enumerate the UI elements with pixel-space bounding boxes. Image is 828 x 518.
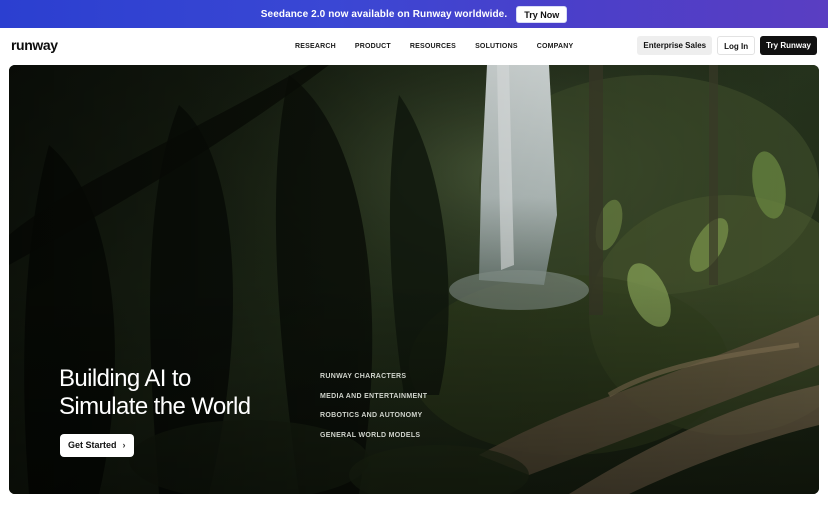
- runway-logo[interactable]: runway: [11, 37, 58, 53]
- get-started-label: Get Started: [68, 440, 117, 450]
- get-started-button[interactable]: Get Started ›: [60, 434, 134, 457]
- category-media-and-entertainment[interactable]: MEDIA AND ENTERTAINMENT: [320, 393, 427, 413]
- log-in-button[interactable]: Log In: [717, 36, 756, 55]
- nav-link-solutions[interactable]: SOLUTIONS: [475, 43, 518, 50]
- banner-text: Seedance 2.0 now available on Runway wor…: [260, 8, 508, 20]
- enterprise-sales-button[interactable]: Enterprise Sales: [637, 36, 713, 55]
- hero-title: Building AI to Simulate the World: [59, 365, 251, 421]
- category-runway-characters[interactable]: RUNWAY CHARACTERS: [320, 373, 427, 393]
- nav-link-company[interactable]: COMPANY: [537, 43, 574, 50]
- category-robotics-and-autonomy[interactable]: ROBOTICS AND AUTONOMY: [320, 412, 427, 432]
- hero-title-line-2: Simulate the World: [59, 393, 251, 420]
- hero-category-list: RUNWAY CHARACTERS MEDIA AND ENTERTAINMEN…: [320, 373, 427, 451]
- nav-link-research[interactable]: RESEARCH: [295, 43, 336, 50]
- try-now-button[interactable]: Try Now: [516, 5, 568, 23]
- nav-actions: Enterprise Sales Log In Try Runway: [637, 36, 817, 55]
- hero-title-line-1: Building AI to: [59, 365, 191, 392]
- nav-link-product[interactable]: PRODUCT: [355, 43, 391, 50]
- try-runway-button[interactable]: Try Runway: [760, 36, 817, 55]
- category-general-world-models[interactable]: GENERAL WORLD MODELS: [320, 432, 427, 452]
- top-nav: runway RESEARCH PRODUCT RESOURCES SOLUTI…: [0, 28, 828, 65]
- hero-section: Building AI to Simulate the World Get St…: [9, 65, 819, 494]
- announcement-banner: Seedance 2.0 now available on Runway wor…: [0, 0, 828, 28]
- chevron-right-icon: ›: [122, 440, 126, 450]
- nav-link-resources[interactable]: RESOURCES: [410, 43, 456, 50]
- nav-links: RESEARCH PRODUCT RESOURCES SOLUTIONS COM…: [295, 43, 573, 50]
